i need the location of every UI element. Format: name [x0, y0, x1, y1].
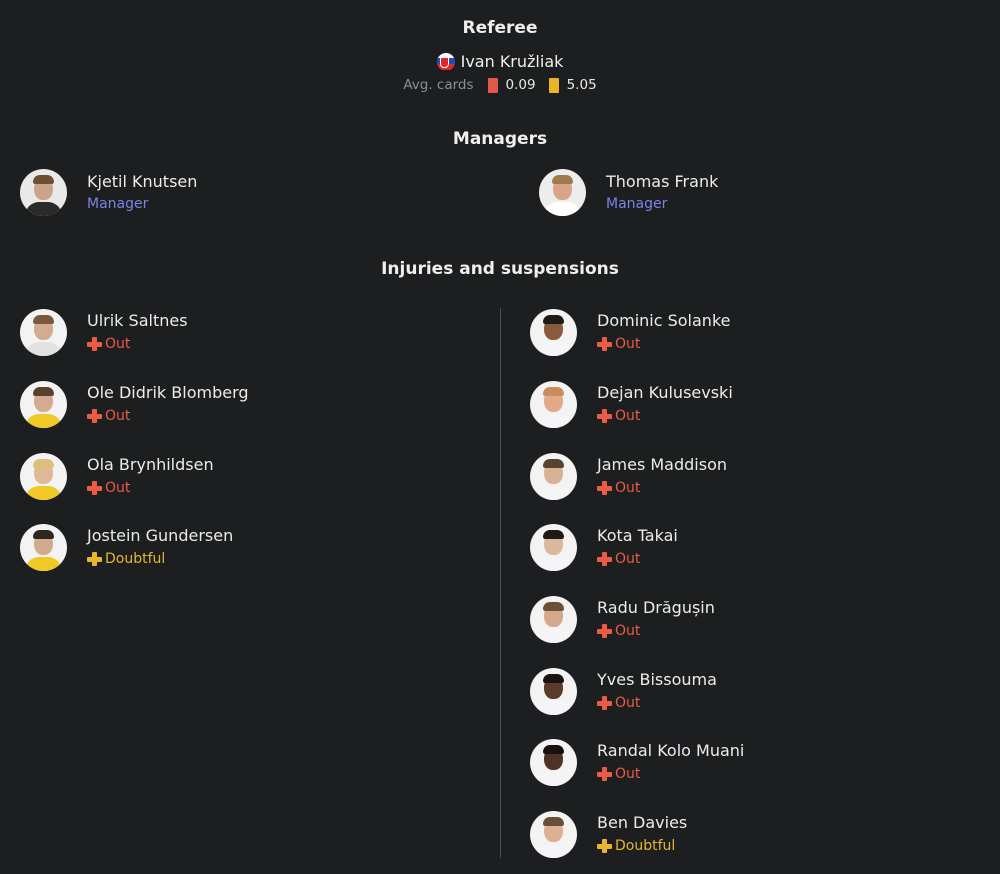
player-avatar [20, 524, 67, 571]
referee-name[interactable]: Ivan Kružliak [461, 52, 564, 71]
managers-title: Managers [452, 129, 548, 149]
manager-name: Kjetil Knutsen [87, 171, 198, 191]
manager-name: Thomas Frank [606, 171, 719, 191]
player-avatar [530, 811, 577, 858]
cross-icon [597, 337, 612, 351]
injured-player[interactable]: Ben Davies Doubtful [530, 811, 687, 858]
status-label: Out [615, 695, 641, 711]
player-name: Dejan Kulusevski [597, 383, 733, 402]
player-avatar [530, 524, 577, 571]
player-name: Dominic Solanke [597, 311, 731, 330]
player-avatar [530, 309, 577, 356]
injured-player[interactable]: Dejan Kulusevski Out [530, 381, 733, 428]
status-label: Out [615, 623, 641, 639]
status-label: Out [105, 336, 131, 352]
red-card-icon [487, 77, 498, 93]
manager-away[interactable]: Thomas Frank Manager [539, 169, 718, 216]
status-label: Out [615, 551, 641, 567]
status-label: Out [615, 480, 641, 496]
injury-status: Out [87, 406, 249, 426]
player-avatar [530, 381, 577, 428]
referee-row: Ivan Kružliak [0, 52, 1000, 71]
referee-title: Referee [462, 18, 538, 38]
status-label: Doubtful [615, 838, 676, 854]
cross-icon [597, 552, 612, 566]
avg-cards-label: Avg. cards [403, 77, 474, 93]
injured-player[interactable]: Kota Takai Out [530, 524, 678, 571]
player-avatar [20, 381, 67, 428]
yellow-card-icon [548, 77, 559, 93]
injury-status: Doubtful [87, 549, 233, 569]
manager-avatar [539, 169, 586, 216]
player-name: Ulrik Saltnes [87, 311, 188, 330]
cross-icon [597, 696, 612, 710]
player-avatar [530, 668, 577, 715]
injured-player[interactable]: Ole Didrik Blomberg Out [20, 381, 249, 428]
injured-player[interactable]: Radu Drăgușin Out [530, 596, 715, 643]
cross-icon [597, 481, 612, 495]
injury-status: Doubtful [597, 836, 687, 856]
injury-status: Out [597, 764, 744, 784]
status-label: Doubtful [105, 551, 166, 567]
referee-avg-cards: Avg. cards 0.09 5.05 [0, 77, 1000, 93]
player-name: James Maddison [597, 455, 728, 474]
injured-player[interactable]: Randal Kolo Muani Out [530, 739, 744, 786]
injuries-title: Injuries and suspensions [381, 259, 619, 279]
injured-player[interactable]: Ulrik Saltnes Out [20, 309, 188, 356]
manager-home[interactable]: Kjetil Knutsen Manager [20, 169, 197, 216]
status-label: Out [615, 766, 641, 782]
status-label: Out [615, 336, 641, 352]
player-name: Ole Didrik Blomberg [87, 383, 249, 402]
injured-player[interactable]: Dominic Solanke Out [530, 309, 730, 356]
player-avatar [530, 596, 577, 643]
status-label: Out [105, 408, 131, 424]
injured-player[interactable]: Ola Brynhildsen Out [20, 453, 214, 500]
player-name: Randal Kolo Muani [597, 741, 745, 760]
cross-icon [87, 337, 102, 351]
red-card-average: 0.09 [505, 77, 536, 93]
player-name: Jostein Gundersen [87, 526, 234, 545]
player-name: Ben Davies [597, 813, 688, 832]
injury-status: Out [597, 478, 727, 498]
injured-player[interactable]: Yves Bissouma Out [530, 668, 717, 715]
cross-icon [87, 552, 102, 566]
status-label: Out [615, 408, 641, 424]
player-avatar [530, 739, 577, 786]
injury-status: Out [597, 621, 715, 641]
cross-icon [597, 409, 612, 423]
player-name: Yves Bissouma [597, 670, 717, 689]
team-divider [500, 308, 501, 858]
manager-avatar [20, 169, 67, 216]
player-name: Radu Drăgușin [597, 598, 715, 617]
injury-status: Out [597, 693, 717, 713]
cross-icon [597, 767, 612, 781]
injury-status: Out [597, 549, 678, 569]
cross-icon [597, 624, 612, 638]
player-name: Ola Brynhildsen [87, 455, 214, 474]
cross-icon [87, 481, 102, 495]
cross-icon [87, 409, 102, 423]
manager-role: Manager [606, 195, 668, 212]
player-avatar [20, 309, 67, 356]
status-label: Out [105, 480, 131, 496]
injury-status: Out [597, 406, 733, 426]
player-name: Kota Takai [597, 526, 678, 545]
slovakia-flag-icon [436, 52, 455, 71]
injured-player[interactable]: Jostein Gundersen Doubtful [20, 524, 233, 571]
manager-role: Manager [87, 195, 149, 212]
player-avatar [530, 453, 577, 500]
player-avatar [20, 453, 67, 500]
injury-status: Out [87, 334, 188, 354]
injured-player[interactable]: James Maddison Out [530, 453, 727, 500]
injury-status: Out [87, 478, 214, 498]
yellow-card-average: 5.05 [566, 77, 597, 93]
cross-icon [597, 839, 612, 853]
injury-status: Out [597, 334, 730, 354]
